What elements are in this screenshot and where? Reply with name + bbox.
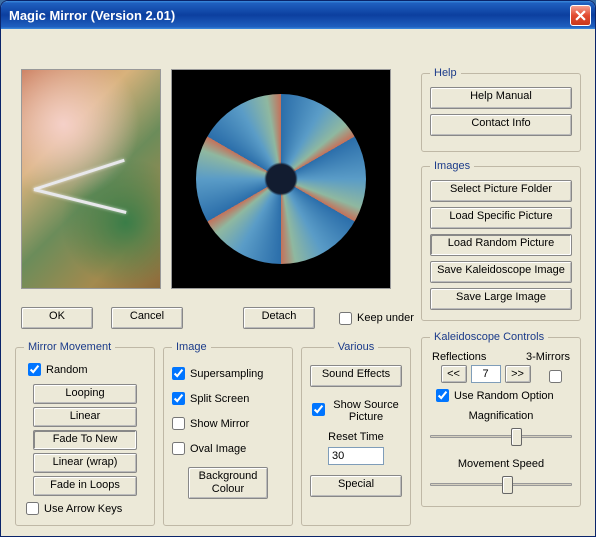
- show-source-checkbox[interactable]: [312, 403, 325, 416]
- various-group: Various Sound Effects Show Source Pictur…: [301, 341, 411, 526]
- close-icon: [575, 10, 586, 21]
- use-random-option-label: Use Random Option: [454, 390, 554, 402]
- special-button[interactable]: Special: [310, 475, 402, 497]
- images-group: Images Select Picture Folder Load Specif…: [421, 160, 581, 321]
- save-kaleidoscope-image-button[interactable]: Save Kaleidoscope Image: [430, 261, 572, 283]
- fade-in-loops-button[interactable]: Fade in Loops: [33, 476, 137, 496]
- cancel-button[interactable]: Cancel: [111, 307, 183, 329]
- mirror-movement-legend: Mirror Movement: [24, 341, 115, 353]
- ok-button[interactable]: OK: [21, 307, 93, 329]
- oval-image-checkbox[interactable]: [172, 442, 185, 455]
- reflections-input[interactable]: [471, 365, 501, 383]
- keep-under-label: Keep under: [357, 312, 414, 324]
- movement-speed-label: Movement Speed: [430, 458, 572, 470]
- help-manual-button[interactable]: Help Manual: [430, 87, 572, 109]
- supersampling-label: Supersampling: [190, 368, 263, 380]
- kaleidoscope-controls-legend: Kaleidoscope Controls: [430, 331, 548, 343]
- preview-area: [21, 69, 391, 289]
- oval-image-label: Oval Image: [190, 443, 246, 455]
- movement-speed-slider[interactable]: [430, 474, 572, 496]
- help-group: Help Help Manual Contact Info: [421, 67, 581, 152]
- source-image: [21, 69, 161, 289]
- various-legend: Various: [334, 341, 378, 353]
- contact-info-button[interactable]: Contact Info: [430, 114, 572, 136]
- reset-time-input[interactable]: [328, 447, 384, 465]
- use-arrow-keys-checkbox[interactable]: [26, 502, 39, 515]
- load-specific-picture-button[interactable]: Load Specific Picture: [430, 207, 572, 229]
- image-group: Image Supersampling Split Screen Show Mi…: [163, 341, 293, 526]
- supersampling-checkbox[interactable]: [172, 367, 185, 380]
- close-button[interactable]: [570, 5, 591, 26]
- split-screen-checkbox[interactable]: [172, 392, 185, 405]
- random-label: Random: [46, 364, 88, 376]
- fade-to-new-button[interactable]: Fade To New: [33, 430, 137, 450]
- split-screen-label: Split Screen: [190, 393, 249, 405]
- client-area: Help Help Manual Contact Info Images Sel…: [1, 29, 595, 536]
- image-legend: Image: [172, 341, 211, 353]
- titlebar[interactable]: Magic Mirror (Version 2.01): [1, 1, 595, 29]
- magnification-label: Magnification: [430, 410, 572, 422]
- keep-under-checkbox[interactable]: [339, 312, 352, 325]
- images-legend: Images: [430, 160, 474, 172]
- background-colour-button[interactable]: Background Colour: [188, 467, 268, 499]
- app-window: Magic Mirror (Version 2.01) Help Help Ma…: [0, 0, 596, 537]
- select-picture-folder-button[interactable]: Select Picture Folder: [430, 180, 572, 202]
- show-mirror-checkbox[interactable]: [172, 417, 185, 430]
- three-mirrors-checkbox[interactable]: [549, 370, 562, 383]
- sound-effects-button[interactable]: Sound Effects: [310, 365, 402, 387]
- three-mirrors-label: 3-Mirrors: [526, 351, 570, 363]
- show-source-label: Show Source Picture: [330, 399, 402, 423]
- linear-button[interactable]: Linear: [33, 407, 137, 427]
- use-arrow-keys-label: Use Arrow Keys: [44, 503, 122, 515]
- magnification-slider[interactable]: [430, 426, 572, 448]
- mirror-movement-group: Mirror Movement Random Looping Linear Fa…: [15, 341, 155, 526]
- reflections-dec-button[interactable]: <<: [441, 365, 467, 383]
- help-legend: Help: [430, 67, 461, 79]
- looping-button[interactable]: Looping: [33, 384, 137, 404]
- load-random-picture-button[interactable]: Load Random Picture: [430, 234, 572, 256]
- window-title: Magic Mirror (Version 2.01): [9, 8, 570, 23]
- use-random-option-checkbox[interactable]: [436, 389, 449, 402]
- show-mirror-label: Show Mirror: [190, 418, 249, 430]
- kaleidoscope-controls-group: Kaleidoscope Controls Reflections 3-Mirr…: [421, 331, 581, 507]
- save-large-image-button[interactable]: Save Large Image: [430, 288, 572, 310]
- random-checkbox[interactable]: [28, 363, 41, 376]
- linear-wrap-button[interactable]: Linear (wrap): [33, 453, 137, 473]
- reflections-inc-button[interactable]: >>: [505, 365, 531, 383]
- reflections-label: Reflections: [432, 351, 486, 363]
- reset-time-label: Reset Time: [310, 431, 402, 443]
- action-row: OK Cancel Detach Keep under: [21, 307, 414, 329]
- kaleidoscope-image: [171, 69, 391, 289]
- detach-button[interactable]: Detach: [243, 307, 315, 329]
